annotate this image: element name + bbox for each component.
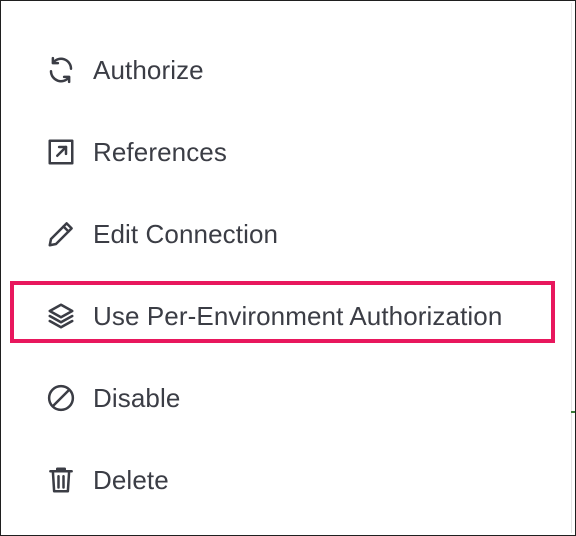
pencil-icon xyxy=(46,219,76,249)
menu-item-edit-connection[interactable]: Edit Connection xyxy=(1,193,571,275)
trash-icon xyxy=(46,465,76,495)
menu-item-references[interactable]: References xyxy=(1,111,571,193)
scroll-edge xyxy=(571,3,572,533)
menu-item-label: Edit Connection xyxy=(93,218,279,249)
menu-item-use-per-environment-authorization[interactable]: Use Per-Environment Authorization xyxy=(1,275,571,357)
external-link-icon xyxy=(46,137,76,167)
layers-icon xyxy=(46,301,76,331)
menu-item-authorize[interactable]: Authorize xyxy=(1,29,571,111)
menu-item-label: Authorize xyxy=(93,54,204,85)
menu-item-label: Disable xyxy=(93,382,181,413)
context-menu-panel: Authorize References Edit Connection Use… xyxy=(0,0,576,536)
menu-item-delete[interactable]: Delete xyxy=(1,439,571,521)
menu-item-label: References xyxy=(93,136,227,167)
disable-icon xyxy=(46,383,76,413)
menu-item-label: Use Per-Environment Authorization xyxy=(93,300,503,331)
refresh-icon xyxy=(46,55,76,85)
menu-item-label: Delete xyxy=(93,464,169,495)
edge-marker xyxy=(571,411,575,413)
menu-item-disable[interactable]: Disable xyxy=(1,357,571,439)
